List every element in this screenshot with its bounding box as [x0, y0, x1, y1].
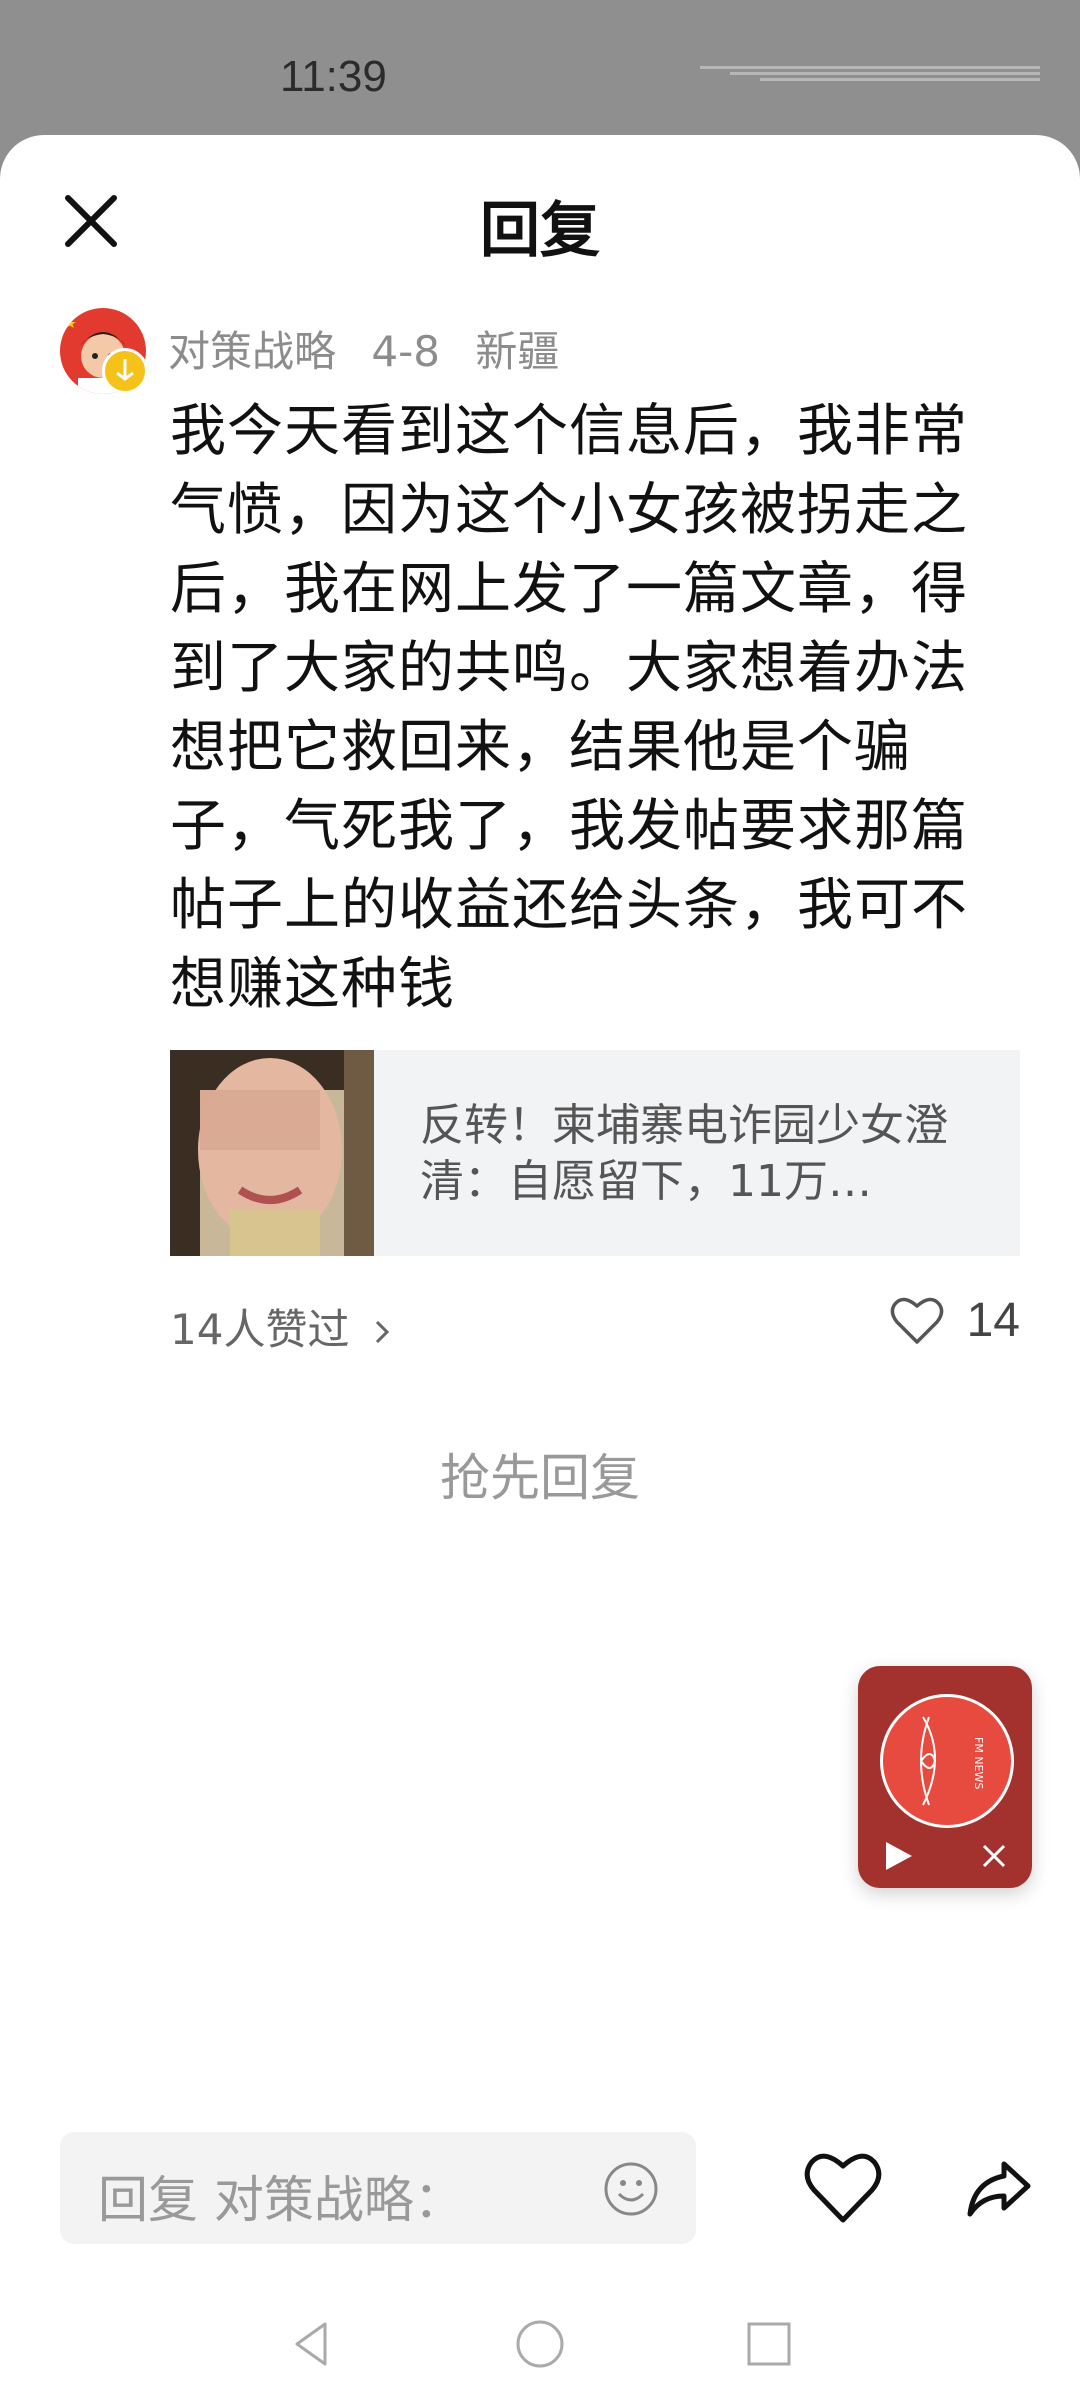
verified-badge-icon — [102, 348, 148, 394]
comment-date: 4-8 — [371, 327, 440, 376]
fm-news-logo: FM NEWS — [880, 1694, 1014, 1828]
link-thumbnail — [170, 1050, 374, 1256]
status-time: 11:39 — [280, 52, 387, 101]
emoji-icon — [604, 2162, 658, 2216]
link-title: 反转！柬埔寨电诈园少女澄清：自愿留下，11万… — [420, 1100, 948, 1207]
close-icon — [982, 1844, 1006, 1868]
like-button[interactable] — [802, 2148, 884, 2230]
nav-home-button[interactable] — [514, 2318, 566, 2370]
share-button[interactable] — [964, 2152, 1034, 2222]
comment-like-button[interactable]: 14 — [889, 1290, 1020, 1350]
nav-back-button[interactable] — [285, 2318, 337, 2370]
status-icons — [700, 62, 1040, 86]
author-name[interactable]: 对策战略 — [168, 327, 336, 376]
fm-news-widget[interactable]: FM NEWS — [858, 1666, 1032, 1888]
nav-recent-button[interactable] — [743, 2318, 795, 2370]
reply-input[interactable]: 回复 对策战略： — [60, 2132, 696, 2244]
page-title: 回复 — [480, 196, 600, 266]
status-bar: 11:39 — [0, 0, 1080, 150]
heart-outline-icon — [890, 1297, 943, 1344]
recent-square-icon — [747, 2322, 791, 2366]
first-reply-prompt[interactable]: 抢先回复 — [0, 1438, 1080, 1510]
reply-placeholder: 回复 对策战略： — [98, 2171, 464, 2229]
fm-close-button[interactable] — [976, 1838, 1012, 1874]
link-card[interactable]: 反转！柬埔寨电诈园少女澄清：自愿留下，11万… — [170, 1050, 1020, 1256]
comment-location: 新疆 — [475, 327, 560, 376]
likes-summary-text: 14人赞过 — [170, 1305, 350, 1354]
share-icon — [967, 2161, 1031, 2217]
home-circle-icon — [516, 2320, 564, 2368]
emoji-button[interactable] — [602, 2160, 660, 2218]
system-nav-bar — [0, 2300, 1080, 2400]
heart-outline-icon — [804, 2153, 882, 2223]
comment-meta: 对策战略 4-8 新疆 — [168, 318, 581, 379]
play-icon — [886, 1842, 912, 1870]
chevron-right-icon — [375, 1320, 389, 1344]
fm-play-button[interactable] — [880, 1838, 916, 1874]
comment-text: 我今天看到这个信息后，我非常气愤，因为这个小女孩被拐走之后，我在网上发了一篇文章… — [170, 399, 968, 1017]
likes-summary[interactable]: 14人赞过 — [170, 1296, 393, 1357]
back-triangle-icon — [295, 2322, 327, 2366]
like-count: 14 — [966, 1293, 1020, 1347]
fm-brand-text: FM NEWS — [972, 1737, 985, 1789]
